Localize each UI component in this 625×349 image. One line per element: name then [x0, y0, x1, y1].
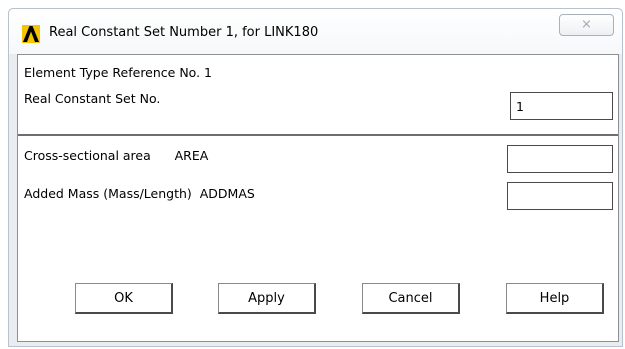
close-button[interactable]: ⨯: [559, 14, 614, 36]
ok-button[interactable]: OK: [75, 283, 173, 314]
real-constant-set-input[interactable]: [510, 92, 613, 120]
real-constant-set-label: Real Constant Set No.: [24, 91, 161, 106]
close-icon: ⨯: [581, 17, 592, 32]
area-label: Cross-sectional area AREA: [24, 148, 209, 163]
cancel-button[interactable]: Cancel: [362, 283, 460, 314]
dialog-content: Element Type Reference No. 1 Real Consta…: [17, 54, 619, 342]
apply-button[interactable]: Apply: [218, 283, 316, 314]
added-mass-label: Added Mass (Mass/Length) ADDMAS: [24, 186, 255, 201]
title-bar[interactable]: Real Constant Set Number 1, for LINK180 …: [9, 9, 622, 54]
added-mass-input[interactable]: [507, 182, 613, 210]
help-button[interactable]: Help: [506, 283, 604, 314]
dialog-window: Real Constant Set Number 1, for LINK180 …: [8, 8, 623, 347]
section-divider: [18, 134, 618, 136]
ansys-logo-icon: [22, 25, 40, 43]
window-title: Real Constant Set Number 1, for LINK180: [49, 25, 319, 40]
element-type-reference-label: Element Type Reference No. 1: [24, 65, 213, 80]
area-input[interactable]: [507, 145, 613, 173]
